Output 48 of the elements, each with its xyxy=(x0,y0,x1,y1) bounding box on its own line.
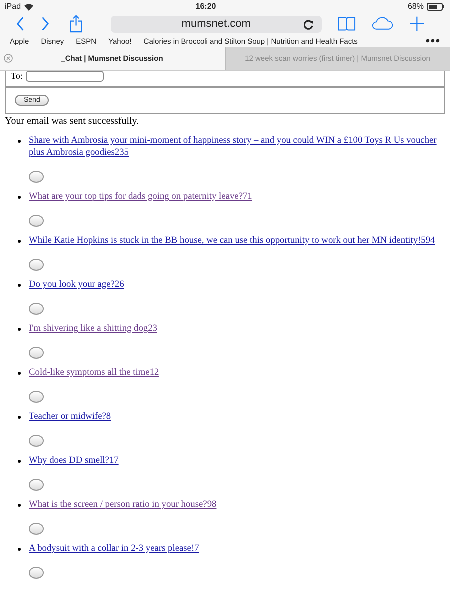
bullet-icon xyxy=(18,328,21,331)
thread-link[interactable]: Cold-like symptoms all the time12 xyxy=(29,367,166,379)
wifi-icon xyxy=(24,2,34,10)
device-name: iPad xyxy=(5,2,22,11)
thread-link[interactable]: I'm shivering like a shitting dog23 xyxy=(29,323,164,335)
bullet-icon xyxy=(18,460,21,463)
bullet-icon xyxy=(18,140,21,143)
bullet-icon xyxy=(18,504,21,507)
bullet-icon xyxy=(18,548,21,551)
blank-button[interactable] xyxy=(29,171,44,183)
blank-button[interactable] xyxy=(29,391,44,403)
blank-button[interactable] xyxy=(29,523,44,535)
share-icon[interactable] xyxy=(70,14,82,34)
battery-percent: 68% xyxy=(408,2,424,11)
bullet-icon xyxy=(18,416,21,419)
blank-button[interactable] xyxy=(29,303,44,315)
blank-button[interactable] xyxy=(29,435,44,447)
blank-button[interactable] xyxy=(29,215,44,227)
book-icon[interactable] xyxy=(338,16,356,32)
thread-link[interactable]: What is the screen / person ratio in your house?98 xyxy=(29,499,223,511)
to-field[interactable] xyxy=(26,71,104,82)
success-message: Your email was sent successfully. xyxy=(4,116,140,127)
back-icon[interactable] xyxy=(16,16,25,32)
blank-button[interactable] xyxy=(29,259,44,271)
thread-link[interactable]: While Katie Hopkins is stuck in the BB house, we can use this opportunity to work out her MN identity!594 xyxy=(29,235,442,247)
to-label: To: xyxy=(11,71,23,81)
blank-button[interactable] xyxy=(29,479,44,491)
forward-icon[interactable] xyxy=(40,16,50,32)
bullet-icon xyxy=(18,284,21,287)
clock-time: 16:20 xyxy=(194,2,218,11)
bullet-icon xyxy=(18,240,21,243)
thread-link[interactable]: Teacher or midwife?8 xyxy=(29,411,118,423)
cloud-icon[interactable] xyxy=(372,17,394,31)
reload-icon[interactable] xyxy=(304,20,314,30)
close-icon[interactable] xyxy=(4,54,13,63)
bullet-icon xyxy=(18,196,21,199)
thread-link[interactable]: What are your top tips for dads going on paternity leave?71 xyxy=(29,191,258,203)
bullet-icon xyxy=(18,372,21,375)
battery-icon xyxy=(427,2,445,10)
blank-button[interactable] xyxy=(29,347,44,359)
thread-link[interactable]: A bodysuit with a collar in 2-3 years please!7 xyxy=(29,543,206,555)
add-icon[interactable] xyxy=(410,16,424,32)
thread-link[interactable]: Share with Ambrosia your mini-moment of happiness story – and you could WIN a £100 Toys R Us voucher plus Ambrosia goodies235 xyxy=(29,135,450,159)
more-icon[interactable] xyxy=(426,39,440,43)
blank-button[interactable] xyxy=(29,567,44,579)
thread-link[interactable]: Why does DD smell?17 xyxy=(29,455,125,467)
thread-link[interactable]: Do you look your age?26 xyxy=(29,279,130,291)
address-bar[interactable]: mumsnet.com xyxy=(110,16,322,32)
